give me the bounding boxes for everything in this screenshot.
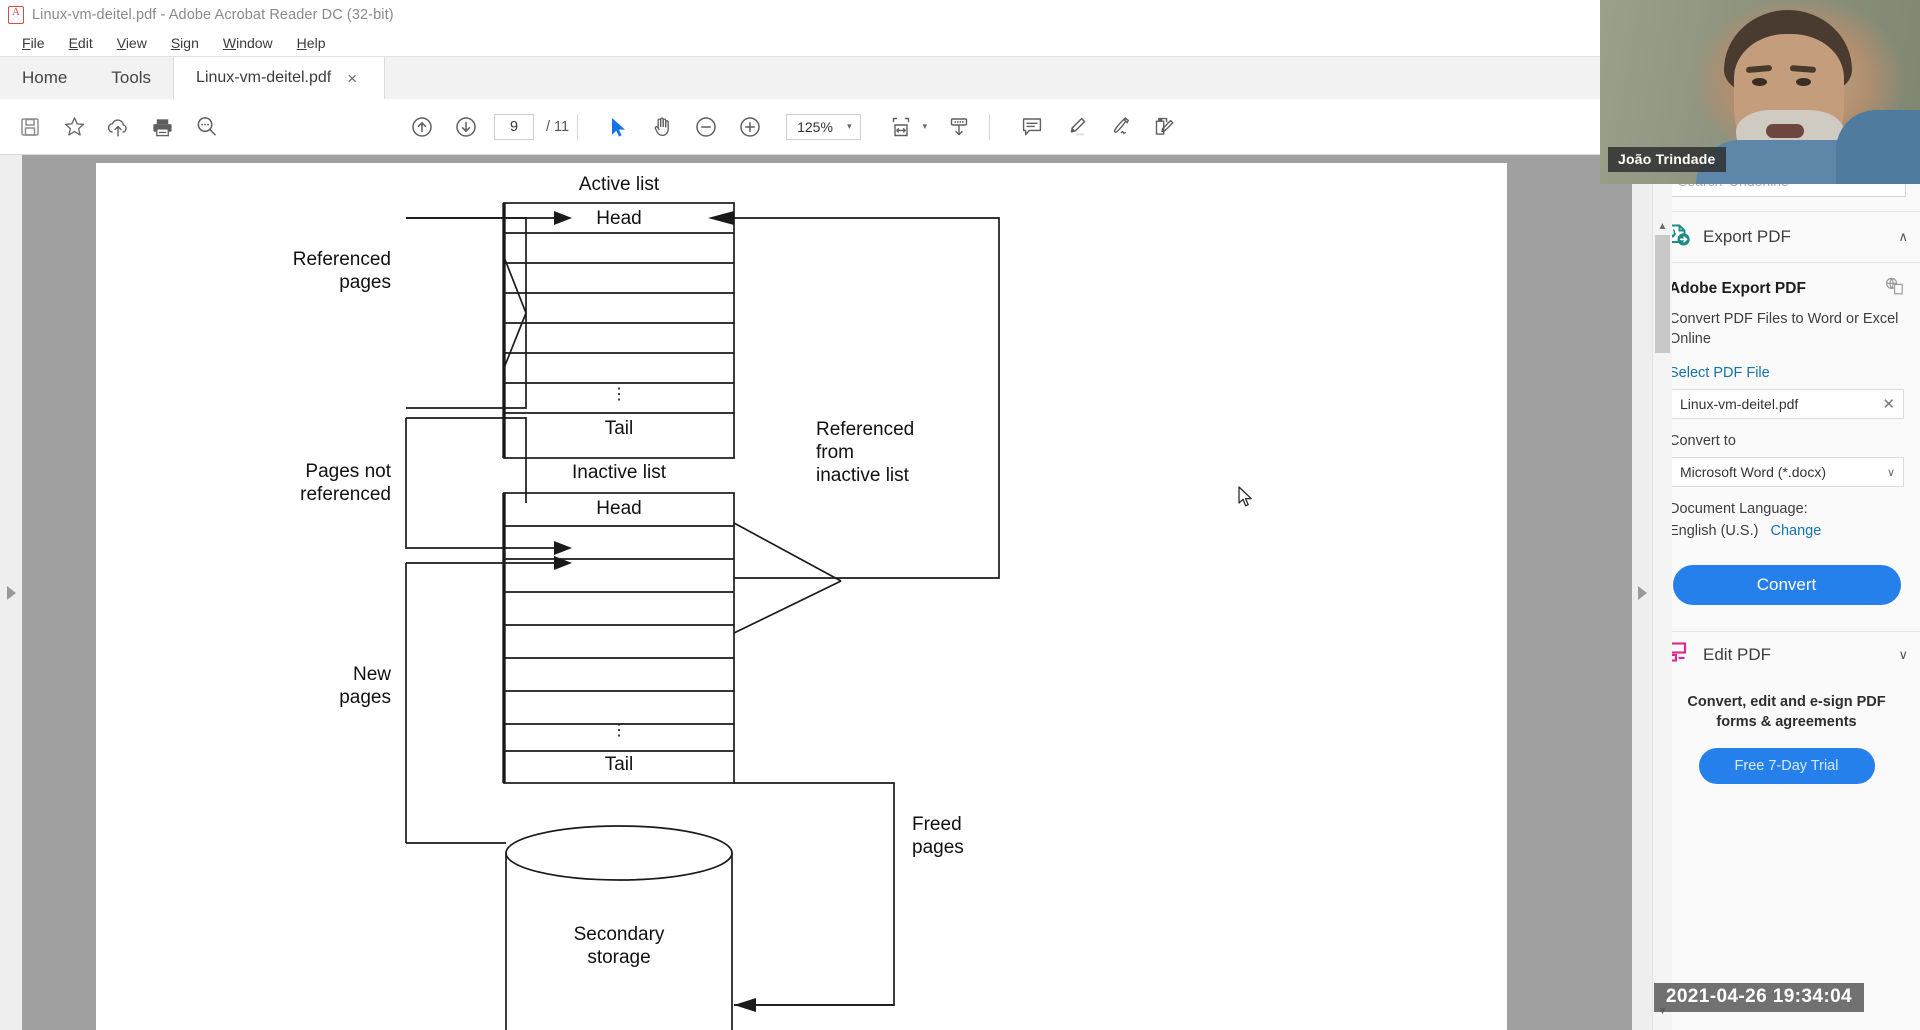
collapse-right-arrow-icon: [1637, 585, 1647, 600]
print-icon[interactable]: [140, 105, 184, 149]
label-inactive-head: Head: [596, 498, 642, 519]
tab-document[interactable]: Linux-vm-deitel.pdf ×: [173, 57, 386, 99]
convert-to-label: Convert to: [1669, 433, 1736, 450]
selected-file-name: Linux-vm-deitel.pdf: [1680, 396, 1799, 413]
menu-item-view[interactable]: View: [105, 33, 159, 53]
tools-scrollbar-thumb[interactable]: [1655, 235, 1670, 353]
label-referenced-from-inactive-list: Referenced from inactive list: [816, 419, 915, 487]
tab-home[interactable]: Home: [0, 57, 89, 99]
label-active-head: Head: [596, 208, 642, 229]
menu-item-help[interactable]: Help: [285, 33, 338, 53]
export-pdf-subtitle: Convert PDF Files to Word or Excel Onlin…: [1669, 311, 1899, 347]
edit-pdf-title: Edit PDF: [1703, 644, 1772, 664]
convert-to-select[interactable]: Microsoft Word (*.docx) ∨: [1669, 457, 1904, 488]
fit-page-caret[interactable]: ▾: [923, 121, 928, 132]
tools-panel: Search 'Underline' Export PDF ∧ Adobe Ex…: [1652, 155, 1920, 1030]
acrobat-window: Linux-vm-deitel.pdf - Adobe Acrobat Read…: [0, 0, 1920, 1030]
label-secondary-storage: Secondary storage: [573, 924, 665, 969]
edit-pdf-promo: Convert, edit and e-sign PDF forms & agr…: [1687, 694, 1886, 730]
label-new-pages: New pages: [339, 664, 391, 709]
search-zoom-icon[interactable]: [184, 105, 228, 149]
tools-panel-scrollbar[interactable]: ▲ ▼: [1653, 155, 1672, 1030]
menu-item-sign[interactable]: Sign: [159, 33, 211, 53]
zoom-level-select[interactable]: 125% ▾: [786, 113, 861, 140]
export-pdf-body: Adobe Export PDF Convert PDF Files to Wo…: [1653, 263, 1920, 606]
close-icon[interactable]: ×: [347, 70, 357, 87]
save-icon[interactable]: [8, 105, 52, 149]
chevron-down-icon[interactable]: ∨: [1898, 647, 1908, 663]
webcam-video-overlay: João Trindade: [1600, 0, 1920, 184]
page-number-input[interactable]: 9: [494, 113, 534, 140]
window-title: Linux-vm-deitel.pdf - Adobe Acrobat Read…: [32, 7, 394, 23]
label-inactive-tail: Tail: [604, 754, 634, 775]
document-language-value: English (U.S.): [1669, 523, 1759, 540]
select-pdf-file-link[interactable]: Select PDF File: [1669, 365, 1904, 381]
clear-file-icon[interactable]: ✕: [1882, 395, 1895, 413]
page-up-icon[interactable]: [400, 105, 444, 149]
chevron-down-icon[interactable]: ∨: [1887, 466, 1895, 479]
document-viewer[interactable]: Active list Head ⋮ Tail Inactive list He…: [22, 155, 1652, 1030]
chevron-up-icon[interactable]: ▲: [1653, 217, 1672, 235]
label-inactive-list: Inactive list: [572, 462, 666, 483]
menu-item-edit[interactable]: Edit: [57, 33, 105, 53]
tab-document-label: Linux-vm-deitel.pdf: [196, 69, 332, 86]
toolbar-divider-2: [988, 113, 990, 140]
navigation-pane-toggle[interactable]: [0, 155, 22, 1030]
change-language-link[interactable]: Change: [1770, 523, 1821, 539]
webcam-eye-right: [1796, 78, 1811, 86]
comment-icon[interactable]: [1010, 105, 1054, 149]
vm-page-replacement-diagram: Active list Head ⋮ Tail Inactive list He…: [96, 163, 1507, 1030]
tab-tools[interactable]: Tools: [89, 57, 173, 99]
scroll-down-icon[interactable]: [937, 105, 981, 149]
page-total-label: / 11: [546, 118, 570, 135]
webcam-shoulder: [1836, 110, 1920, 184]
fill-and-sign-icon[interactable]: [1142, 105, 1186, 149]
convert-to-value: Microsoft Word (*.docx): [1680, 464, 1826, 481]
page-down-icon[interactable]: [444, 105, 488, 149]
recording-timestamp: 2021-04-26 19:34:04: [1653, 983, 1864, 1012]
free-trial-button[interactable]: Free 7-Day Trial: [1698, 748, 1875, 785]
select-cursor-icon[interactable]: [596, 105, 640, 149]
chevron-up-icon[interactable]: ∧: [1898, 229, 1908, 245]
fit-page-icon[interactable]: [879, 105, 923, 149]
convert-button[interactable]: Convert: [1672, 565, 1901, 606]
highlight-pen-icon[interactable]: [1054, 105, 1098, 149]
menu-item-window[interactable]: Window: [211, 33, 285, 53]
document-language-label: Document Language:: [1669, 501, 1808, 518]
label-active-tail: Tail: [604, 418, 634, 439]
export-pdf-title: Export PDF: [1703, 227, 1791, 246]
adobe-export-pdf-label: Adobe Export PDF: [1669, 279, 1806, 297]
document-language-row: English (U.S.) Change: [1669, 523, 1904, 539]
hand-tool-icon[interactable]: [640, 105, 684, 149]
zoom-out-icon[interactable]: [684, 105, 728, 149]
edit-pdf-header[interactable]: Edit PDF ∨: [1653, 631, 1920, 677]
webcam-eye-left: [1752, 78, 1767, 86]
star-icon[interactable]: [52, 105, 96, 149]
ellipsis-icon-active: ⋮: [611, 386, 627, 403]
chevron-down-icon[interactable]: ▾: [843, 121, 856, 132]
expand-right-arrow-icon: [6, 585, 16, 600]
web-copy-icon: [1884, 277, 1904, 300]
pdf-document-icon: [8, 6, 24, 24]
selected-file-field[interactable]: Linux-vm-deitel.pdf ✕: [1669, 389, 1904, 420]
edit-pdf-body: Convert, edit and e-sign PDF forms & agr…: [1653, 677, 1920, 785]
sign-icon[interactable]: [1098, 105, 1142, 149]
label-referenced-pages: Referenced pages: [292, 249, 391, 294]
ellipsis-icon-inactive: ⋮: [611, 722, 627, 739]
adobe-export-pdf-heading: Adobe Export PDF: [1669, 277, 1904, 300]
mouse-cursor: [1238, 486, 1254, 513]
export-pdf-header[interactable]: Export PDF ∧: [1653, 211, 1920, 263]
label-active-list: Active list: [578, 174, 660, 195]
upload-cloud-icon[interactable]: [96, 105, 140, 149]
pdf-page: Active list Head ⋮ Tail Inactive list He…: [96, 163, 1507, 1030]
zoom-level-value: 125%: [797, 118, 833, 135]
label-pages-not-referenced: Pages not referenced: [300, 461, 391, 506]
zoom-in-icon[interactable]: [728, 105, 772, 149]
menu-item-file[interactable]: File: [10, 33, 57, 53]
participant-name-badge: João Trindade: [1608, 147, 1726, 172]
label-freed-pages: Freed pages: [912, 814, 964, 859]
webcam-mouth: [1766, 124, 1804, 138]
tools-pane-toggle[interactable]: [1632, 155, 1652, 1030]
toolbar-divider-1: [577, 113, 579, 140]
